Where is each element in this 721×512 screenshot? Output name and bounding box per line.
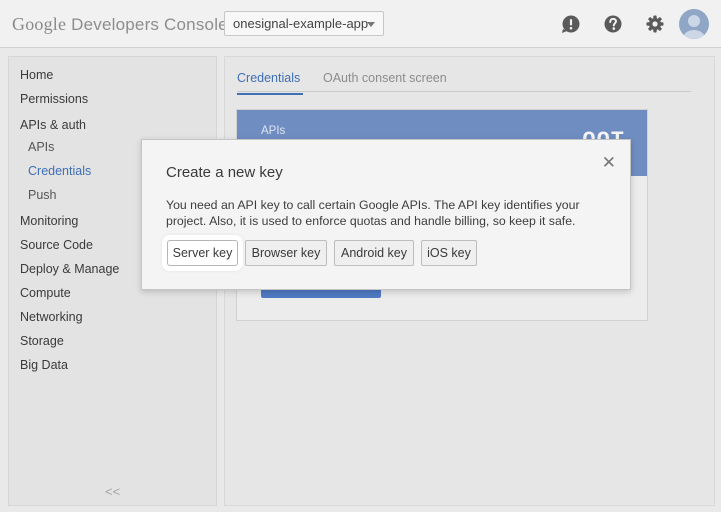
tab-oauth-consent-screen[interactable]: OAuth consent screen [323,71,447,85]
tab-credentials[interactable]: Credentials [237,71,300,85]
top-bar: Google Developers Console onesignal-exam… [0,0,721,48]
sidebar-item-apis-auth[interactable]: APIs & auth [20,118,86,132]
dialog-description: You need an API key to call certain Goog… [166,198,580,228]
sidebar-item-compute[interactable]: Compute [20,286,71,300]
card-header-label: APIs [261,125,286,137]
dropdown-caret-icon [367,22,375,27]
android-key-button[interactable]: Android key [334,240,414,266]
sidebar-item-push[interactable]: Push [28,188,57,202]
collapse-sidebar-button[interactable]: << [105,484,120,499]
sidebar-item-networking[interactable]: Networking [20,310,83,324]
help-icon[interactable] [603,14,623,34]
sidebar-item-permissions[interactable]: Permissions [20,92,88,106]
browser-key-button[interactable]: Browser key [245,240,327,266]
project-selector[interactable]: onesignal-example-app [224,11,384,36]
sidebar-item-credentials[interactable]: Credentials [28,164,91,178]
active-tab-indicator [237,93,303,95]
create-key-dialog: Create a new key ✕ You need an API key t… [141,139,631,290]
sidebar-item-apis[interactable]: APIs [28,140,54,154]
product-logo[interactable]: Google Developers Console [12,14,228,35]
dialog-title: Create a new key [166,164,283,181]
tab-divider [237,91,691,92]
logo-google-text: Google [12,14,67,34]
avatar[interactable] [679,9,709,39]
sidebar-item-source-code[interactable]: Source Code [20,238,93,252]
close-icon[interactable]: ✕ [602,153,616,173]
gear-icon[interactable] [645,14,665,34]
sidebar-item-storage[interactable]: Storage [20,334,64,348]
sidebar-item-home[interactable]: Home [20,68,53,82]
sidebar-item-big-data[interactable]: Big Data [20,358,68,372]
sidebar-item-deploy-manage[interactable]: Deploy & Manage [20,262,119,276]
project-name: onesignal-example-app [233,16,369,31]
feedback-icon[interactable] [561,14,581,34]
ios-key-button[interactable]: iOS key [421,240,477,266]
server-key-button[interactable]: Server key [167,240,238,266]
logo-product-text: Developers Console [71,15,228,34]
sidebar-item-monitoring[interactable]: Monitoring [20,214,78,228]
user-silhouette-icon [683,15,705,39]
